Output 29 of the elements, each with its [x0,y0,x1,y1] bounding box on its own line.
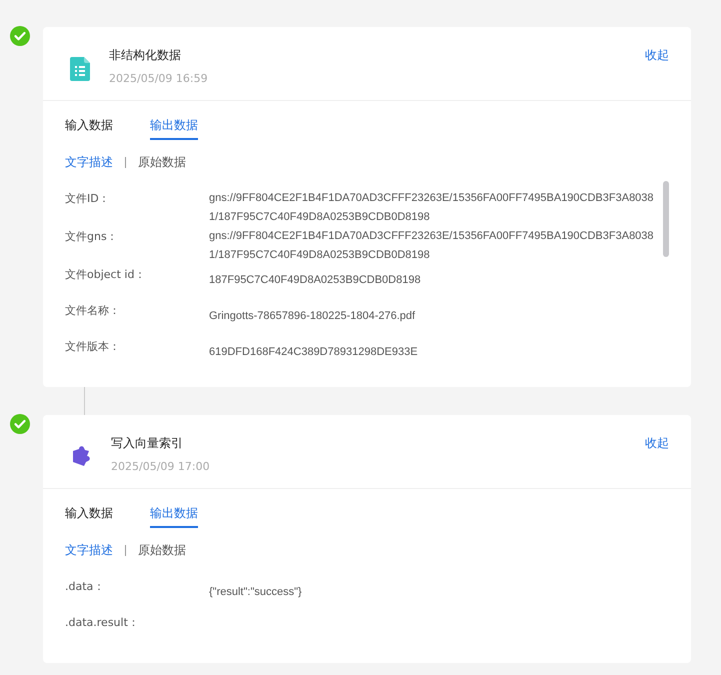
view-link[interactable]: 原始数据 [138,542,186,559]
field-label: 文件gns： [65,229,119,245]
document-icon [70,57,90,81]
field-value: 187F95C7C40F49D8A0253B9CDB0D8198 [209,273,422,288]
step-title: 写入向量索引 [111,435,184,452]
puzzle-icon [70,445,92,467]
field-label: .data： [65,579,106,595]
field-label: 文件object id： [65,267,146,283]
step-time: 2025/05/09 16:59 [109,72,209,85]
view-link[interactable]: 原始数据 [138,154,186,171]
view-link[interactable]: 文字描述 [65,154,113,171]
field-value: 619DFD168F424C389D78931298DE933E [209,345,419,360]
step-title: 非结构化数据 [109,47,182,64]
field-value: Gringotts-78657896-180225-1804-276.pdf [209,309,416,324]
data-tab[interactable]: 输出数据 [150,505,198,528]
data-tab[interactable]: 输入数据 [65,505,113,528]
collapse-link[interactable]: 收起 [645,47,669,64]
collapse-link[interactable]: 收起 [645,435,669,452]
field-label: 文件ID： [65,191,111,207]
data-tab[interactable]: 输入数据 [65,117,113,140]
field-value: {"result":"success"} [209,585,303,600]
data-tab[interactable]: 输出数据 [150,117,198,140]
field-label: 文件版本： [65,339,121,355]
field-label: .data.result： [65,615,140,631]
field-value: gns://9FF804CE2F1B4F1DA70AD3CFFF23263E/15356FA00FF7495BA190CDB3F3A80381/187F95C7C40F49D8A0253B9CDB0D8198 [209,229,655,263]
scrollbar-thumb[interactable] [663,181,669,257]
step-time: 2025/05/09 17:00 [111,460,211,473]
field-label: 文件名称： [65,303,121,319]
view-link[interactable]: 文字描述 [65,542,113,559]
